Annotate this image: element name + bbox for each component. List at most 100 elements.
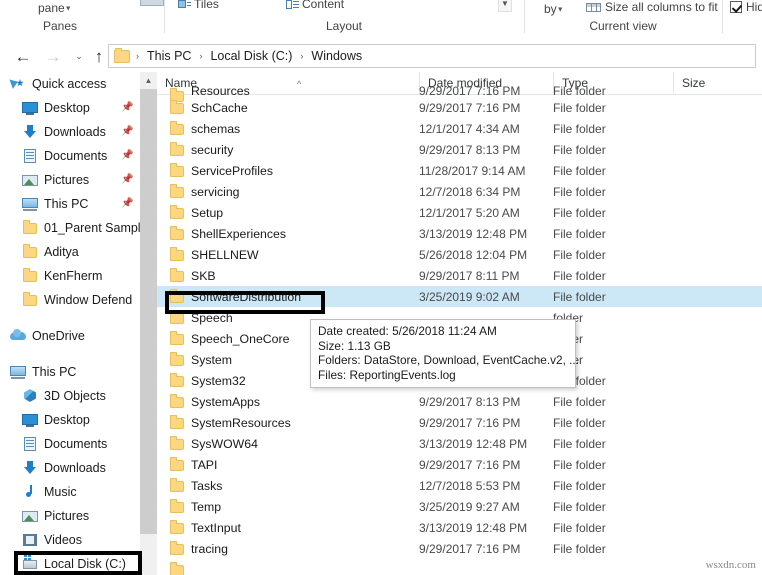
scroll-up-icon[interactable]: ▲ [140, 72, 157, 89]
folder-icon [169, 226, 185, 241]
sidebar-item-videos[interactable]: Videos [0, 528, 140, 552]
date-modified-cell: 9/29/2017 7:16 PM [419, 541, 521, 556]
sidebar-item-01-parent-sampl[interactable]: 01_Parent Sampl [0, 216, 140, 240]
table-row[interactable]: SchCache 9/29/2017 7:16 PM File folder [157, 97, 762, 118]
sidebar-item-pictures[interactable]: Pictures [0, 504, 140, 528]
table-row[interactable] [157, 559, 762, 575]
table-row[interactable]: Setup 12/1/2017 5:20 AM File folder [157, 202, 762, 223]
download-icon [22, 124, 38, 140]
file-name-cell: tracing [191, 541, 228, 556]
sidebar-item-documents[interactable]: Documents [0, 432, 140, 456]
table-row[interactable]: SystemApps 9/29/2017 8:13 PM File folder [157, 391, 762, 412]
file-name-cell: ShellExperiences [191, 226, 287, 241]
table-row[interactable]: security 9/29/2017 8:13 PM File folder [157, 139, 762, 160]
sidebar-item-aditya[interactable]: Aditya [0, 240, 140, 264]
table-row[interactable]: Tasks 12/7/2018 5:53 PM File folder [157, 475, 762, 496]
type-cell: File folder [553, 247, 606, 262]
table-row[interactable]: TAPI 9/29/2017 7:16 PM File folder [157, 454, 762, 475]
pin-icon[interactable]: 📌 [121, 101, 134, 114]
table-row[interactable]: SKB 9/29/2017 8:11 PM File folder [157, 265, 762, 286]
date-modified-cell: 3/13/2019 12:48 PM [419, 226, 528, 241]
pin-icon[interactable]: 📌 [121, 149, 134, 162]
sidebar-item-label: This PC [44, 197, 89, 211]
up-button[interactable]: ↑ [88, 46, 110, 68]
date-modified-cell: 5/26/2018 12:04 PM [419, 247, 528, 262]
computer-icon [22, 196, 38, 212]
ribbon-group-current-view: by▼ Size all columns to fit Current view [528, 0, 718, 40]
sidebar-item-downloads[interactable]: Downloads 📌 [0, 120, 140, 144]
table-row[interactable]: servicing 12/7/2018 6:34 PM File folder [157, 181, 762, 202]
computer-icon [10, 364, 26, 380]
sidebar-item-desktop[interactable]: Desktop 📌 [0, 96, 140, 120]
navigation-pane-button[interactable]: pane▼ [38, 1, 72, 15]
pin-icon[interactable]: 📌 [121, 173, 134, 186]
ribbon-divider-3 [722, 0, 723, 33]
sidebar-item-documents[interactable]: Documents 📌 [0, 144, 140, 168]
forward-button[interactable]: → [42, 46, 64, 68]
sidebar-item-desktop[interactable]: Desktop [0, 408, 140, 432]
back-button[interactable]: ← [12, 46, 34, 68]
layout-scroll-down-button[interactable]: ▼ [498, 0, 512, 12]
sidebar-item-3d-objects[interactable]: 3D Objects [0, 384, 140, 408]
sidebar-item-label: OneDrive [32, 329, 85, 343]
folder-icon [169, 268, 185, 283]
3d-objects-icon [22, 388, 38, 404]
tooltip-date-created: Date created: 5/26/2018 11:24 AM [318, 324, 497, 338]
scrollbar-thumb[interactable] [140, 89, 157, 534]
hide-items-checkbox[interactable]: Hid [730, 0, 762, 14]
file-name-cell: servicing [191, 184, 240, 199]
ribbon-divider-2 [524, 0, 525, 33]
sidebar-item-onedrive[interactable]: OneDrive [0, 324, 140, 348]
content-icon [286, 0, 299, 10]
table-row[interactable]: SoftwareDistribution 3/25/2019 9:02 AM Fil… [157, 286, 762, 307]
sidebar-item-music[interactable]: Music [0, 480, 140, 504]
breadcrumb-separator[interactable]: › [294, 51, 309, 61]
sidebar-item-this-pc[interactable]: This PC 📌 [0, 192, 140, 216]
breadcrumb-separator[interactable]: › [193, 51, 208, 61]
table-row[interactable]: schemas 12/1/2017 4:34 AM File folder [157, 118, 762, 139]
table-row[interactable]: tracing 9/29/2017 7:16 PM File folder [157, 538, 762, 559]
sidebar-item-label: Pictures [44, 173, 90, 187]
folder-icon [169, 562, 185, 575]
layout-content-option[interactable]: Content [286, 0, 344, 11]
type-cell: File folder [553, 226, 606, 241]
breadcrumb-windows[interactable]: Windows [309, 49, 364, 63]
checkbox-icon [730, 1, 742, 13]
sidebar-item-local-disk-c[interactable]: Local Disk (C:) [0, 552, 140, 575]
sidebar-group-spacer [0, 348, 140, 360]
breadcrumb-local-disk[interactable]: Local Disk (C:) [208, 49, 294, 63]
sidebar-item-kenfherm[interactable]: KenFherm [0, 264, 140, 288]
date-modified-cell: 9/29/2017 8:13 PM [419, 142, 521, 157]
table-row[interactable]: SystemResources 9/29/2017 7:16 PM File fol… [157, 412, 762, 433]
table-row[interactable]: TextInput 3/13/2019 12:48 PM File folder [157, 517, 762, 538]
size-all-columns-button[interactable]: Size all columns to fit [586, 0, 718, 14]
preview-pane-icon[interactable] [140, 0, 164, 6]
breadcrumb-this-pc[interactable]: This PC [145, 49, 193, 63]
layout-tiles-option[interactable]: Tiles [178, 0, 219, 11]
download-icon [22, 460, 38, 476]
cloud-icon [10, 328, 26, 344]
pin-icon[interactable]: 📌 [121, 125, 134, 138]
navigation-pane-scrollbar[interactable]: ▲ [140, 72, 157, 575]
sidebar-item-pictures[interactable]: Pictures 📌 [0, 168, 140, 192]
layout-tiles-label: Tiles [194, 0, 219, 11]
pin-icon[interactable]: 📌 [121, 197, 134, 210]
sidebar-item-quick-access[interactable]: Quick access [0, 72, 140, 96]
table-row[interactable]: ShellExperiences 3/13/2019 12:48 PM File f… [157, 223, 762, 244]
table-row[interactable]: SHELLNEW 5/26/2018 12:04 PM File folder [157, 244, 762, 265]
table-row[interactable]: SysWOW64 3/13/2019 12:48 PM File folder [157, 433, 762, 454]
file-name-cell: Resources [191, 84, 250, 98]
table-row[interactable]: ServiceProfiles 11/28/2017 9:14 AM File fo… [157, 160, 762, 181]
file-name-cell: SKB [191, 268, 216, 283]
recent-locations-button[interactable]: ⌄ [68, 46, 90, 68]
sort-by-button[interactable]: by▼ [544, 2, 564, 16]
address-path-field[interactable]: › This PC › Local Disk (C:) › Windows [108, 44, 756, 68]
sidebar-item-label: This PC [32, 365, 77, 379]
sidebar-item-this-pc[interactable]: This PC [0, 360, 140, 384]
folder-icon [169, 163, 185, 178]
sidebar-item-window-defend[interactable]: Window Defend [0, 288, 140, 312]
sidebar-item-downloads[interactable]: Downloads [0, 456, 140, 480]
table-row[interactable]: Resources 9/29/2017 7:16 PM File folder [157, 84, 762, 102]
tooltip-files: Files: ReportingEvents.log [318, 367, 456, 382]
table-row[interactable]: Temp 3/25/2019 9:27 AM File folder [157, 496, 762, 517]
